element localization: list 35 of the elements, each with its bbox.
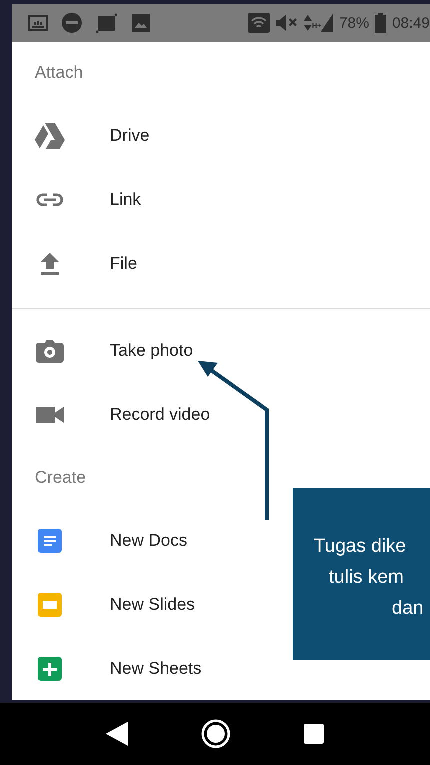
drive-icon <box>35 123 65 149</box>
menu-item[interactable]: Drive <box>110 126 150 146</box>
slides-icon <box>38 593 62 617</box>
battery-icon <box>375 13 386 33</box>
gallery-icon <box>28 15 48 31</box>
do-not-disturb-icon <box>62 13 82 33</box>
battery-percentage: 78% <box>339 14 370 32</box>
callout-text: Tugas dike <box>314 536 406 556</box>
mute-icon <box>276 15 298 31</box>
document-icon <box>38 529 62 553</box>
recents-button[interactable] <box>304 724 324 744</box>
section-header: Create <box>34 467 88 489</box>
menu-item[interactable]: New Slides <box>110 595 196 615</box>
menu-item[interactable]: Link <box>110 190 142 210</box>
menu-item[interactable]: New Docs <box>110 531 188 551</box>
menu-item[interactable]: New Sheets <box>110 659 202 679</box>
section-header: Attach <box>34 62 84 84</box>
callout-text: dan <box>392 598 424 618</box>
menu-item[interactable]: Record video <box>110 405 210 425</box>
spreadsheet-icon <box>38 657 62 681</box>
link-icon <box>36 193 64 207</box>
menu-item[interactable]: File <box>110 254 138 274</box>
app-icon <box>96 13 118 33</box>
clock-time: 08:49 <box>392 14 430 32</box>
back-button[interactable] <box>106 722 128 746</box>
home-button[interactable] <box>200 719 231 749</box>
callout-text: tulis kem <box>329 566 404 588</box>
wifi-icon <box>248 13 270 33</box>
camera-icon <box>36 339 64 363</box>
upload-icon <box>40 253 60 275</box>
menu-item[interactable]: Take photo <box>110 341 194 361</box>
video-camera-icon <box>36 406 64 424</box>
image-icon <box>132 14 150 32</box>
data-arrows-icon <box>304 14 312 32</box>
signal-icon <box>321 14 334 32</box>
